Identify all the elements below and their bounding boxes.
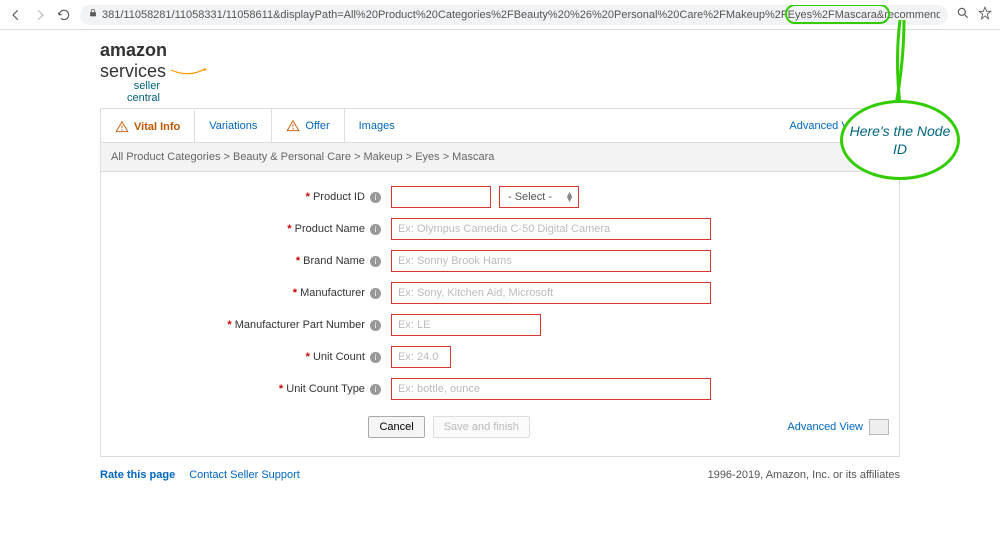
tab-vital-info[interactable]: Vital Info xyxy=(101,109,195,142)
tab-bar: Vital Info Variations Offer Images Advan… xyxy=(100,108,900,142)
callout-bubble: Here's the Node ID xyxy=(840,100,960,180)
unit-count-type-input[interactable] xyxy=(391,378,711,400)
info-icon[interactable]: i xyxy=(370,352,381,363)
breadcrumb: All Product Categories > Beauty & Person… xyxy=(100,142,900,172)
annotation-callout: Here's the Node ID xyxy=(840,100,960,180)
form-panel: * Product ID i - Select - ▲▼ * Product N… xyxy=(100,172,900,457)
callout-tail xyxy=(890,20,910,105)
brand-name-input[interactable] xyxy=(391,250,711,272)
select-arrows-icon: ▲▼ xyxy=(565,192,574,202)
footer: Rate this page Contact Seller Support 19… xyxy=(100,465,900,481)
save-and-finish-button[interactable]: Save and finish xyxy=(433,416,530,438)
contact-support-link[interactable]: Contact Seller Support xyxy=(189,469,300,481)
reload-button[interactable] xyxy=(56,7,72,23)
row-product-name: * Product Name i xyxy=(111,218,889,240)
row-unit-count-type: * Unit Count Type i xyxy=(111,378,889,400)
row-unit-count: * Unit Count i xyxy=(111,346,889,368)
tab-offer[interactable]: Offer xyxy=(272,109,344,142)
info-icon[interactable]: i xyxy=(370,288,381,299)
info-icon[interactable]: i xyxy=(370,384,381,395)
row-manufacturer: * Manufacturer i xyxy=(111,282,889,304)
tab-images[interactable]: Images xyxy=(345,109,409,142)
advanced-view-toggle-bottom[interactable]: Advanced View xyxy=(787,419,889,435)
mpn-input[interactable] xyxy=(391,314,541,336)
row-mpn: * Manufacturer Part Number i xyxy=(111,314,889,336)
row-brand-name: * Brand Name i xyxy=(111,250,889,272)
lock-icon xyxy=(88,8,98,21)
forward-button[interactable] xyxy=(32,7,48,23)
button-row: Cancel Save and finish Advanced View xyxy=(111,416,889,438)
info-icon[interactable]: i xyxy=(370,224,381,235)
bookmark-star-icon[interactable] xyxy=(978,6,992,23)
product-id-input[interactable] xyxy=(391,186,491,208)
product-id-type-select[interactable]: - Select - ▲▼ xyxy=(499,186,579,208)
address-bar[interactable]: 381/11058281/11058331/11058611&displayPa… xyxy=(80,5,948,25)
tab-variations[interactable]: Variations xyxy=(195,109,272,142)
copyright-text: 1996-2019, Amazon, Inc. or its affiliate… xyxy=(708,469,900,481)
cancel-button[interactable]: Cancel xyxy=(368,416,424,438)
zoom-icon[interactable] xyxy=(956,6,970,23)
page-content: amazon services seller central Vital Inf… xyxy=(100,40,900,457)
info-icon[interactable]: i xyxy=(370,320,381,331)
rate-this-page-link[interactable]: Rate this page xyxy=(100,469,175,481)
amazon-services-logo: amazon services seller central xyxy=(100,40,900,104)
browser-toolbar: 381/11058281/11058331/11058611&displayPa… xyxy=(0,0,1000,30)
url-text: 381/11058281/11058331/11058611&displayPa… xyxy=(102,9,940,21)
info-icon[interactable]: i xyxy=(370,192,381,203)
info-icon[interactable]: i xyxy=(370,256,381,267)
unit-count-input[interactable] xyxy=(391,346,451,368)
product-name-input[interactable] xyxy=(391,218,711,240)
manufacturer-input[interactable] xyxy=(391,282,711,304)
back-button[interactable] xyxy=(8,7,24,23)
row-product-id: * Product ID i - Select - ▲▼ xyxy=(111,186,889,208)
toggle-switch[interactable] xyxy=(869,419,889,435)
